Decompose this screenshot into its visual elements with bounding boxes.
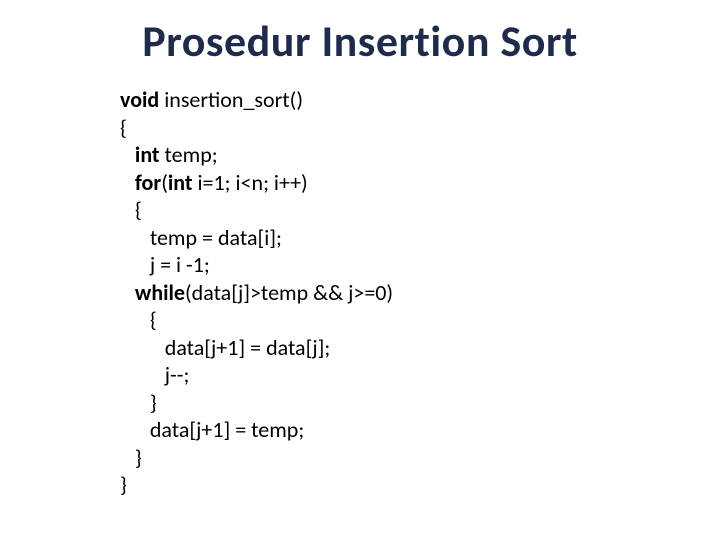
code-text: ( bbox=[161, 169, 168, 196]
code-line-10: data[j+1] = data[j]; bbox=[165, 334, 330, 361]
code-line-13: data[j+1] = temp; bbox=[150, 416, 304, 443]
code-text: insertion_sort() bbox=[159, 86, 303, 113]
code-block: void insertion_sort() { int temp; for(in… bbox=[120, 86, 393, 499]
code-line-1: void insertion_sort() bbox=[120, 86, 303, 113]
code-text: temp; bbox=[160, 141, 218, 168]
code-line-7: j = i -1; bbox=[150, 251, 210, 278]
slide-title: Prosedur Insertion Sort bbox=[0, 14, 720, 68]
code-line-9: { bbox=[150, 306, 157, 333]
code-line-4: for(int i=1; i<n; i++) bbox=[135, 169, 308, 196]
code-line-11: j--; bbox=[165, 361, 190, 388]
code-text: i=1; i<n; i++) bbox=[193, 169, 308, 196]
keyword-int: int bbox=[135, 141, 160, 168]
slide: Prosedur Insertion Sort void insertion_s… bbox=[0, 0, 720, 540]
keyword-while: while bbox=[135, 279, 185, 306]
code-line-5: { bbox=[135, 196, 142, 223]
code-line-2: { bbox=[120, 114, 127, 141]
code-text: (data[j]>temp && j>=0) bbox=[185, 279, 393, 306]
keyword-int: int bbox=[168, 169, 193, 196]
code-line-6: temp = data[i]; bbox=[150, 224, 282, 251]
code-line-15: } bbox=[120, 471, 127, 498]
code-line-3: int temp; bbox=[135, 141, 218, 168]
keyword-for: for bbox=[135, 169, 161, 196]
code-line-12: } bbox=[150, 389, 157, 416]
keyword-void: void bbox=[120, 86, 159, 113]
code-line-8: while(data[j]>temp && j>=0) bbox=[135, 279, 393, 306]
code-line-14: } bbox=[135, 444, 142, 471]
